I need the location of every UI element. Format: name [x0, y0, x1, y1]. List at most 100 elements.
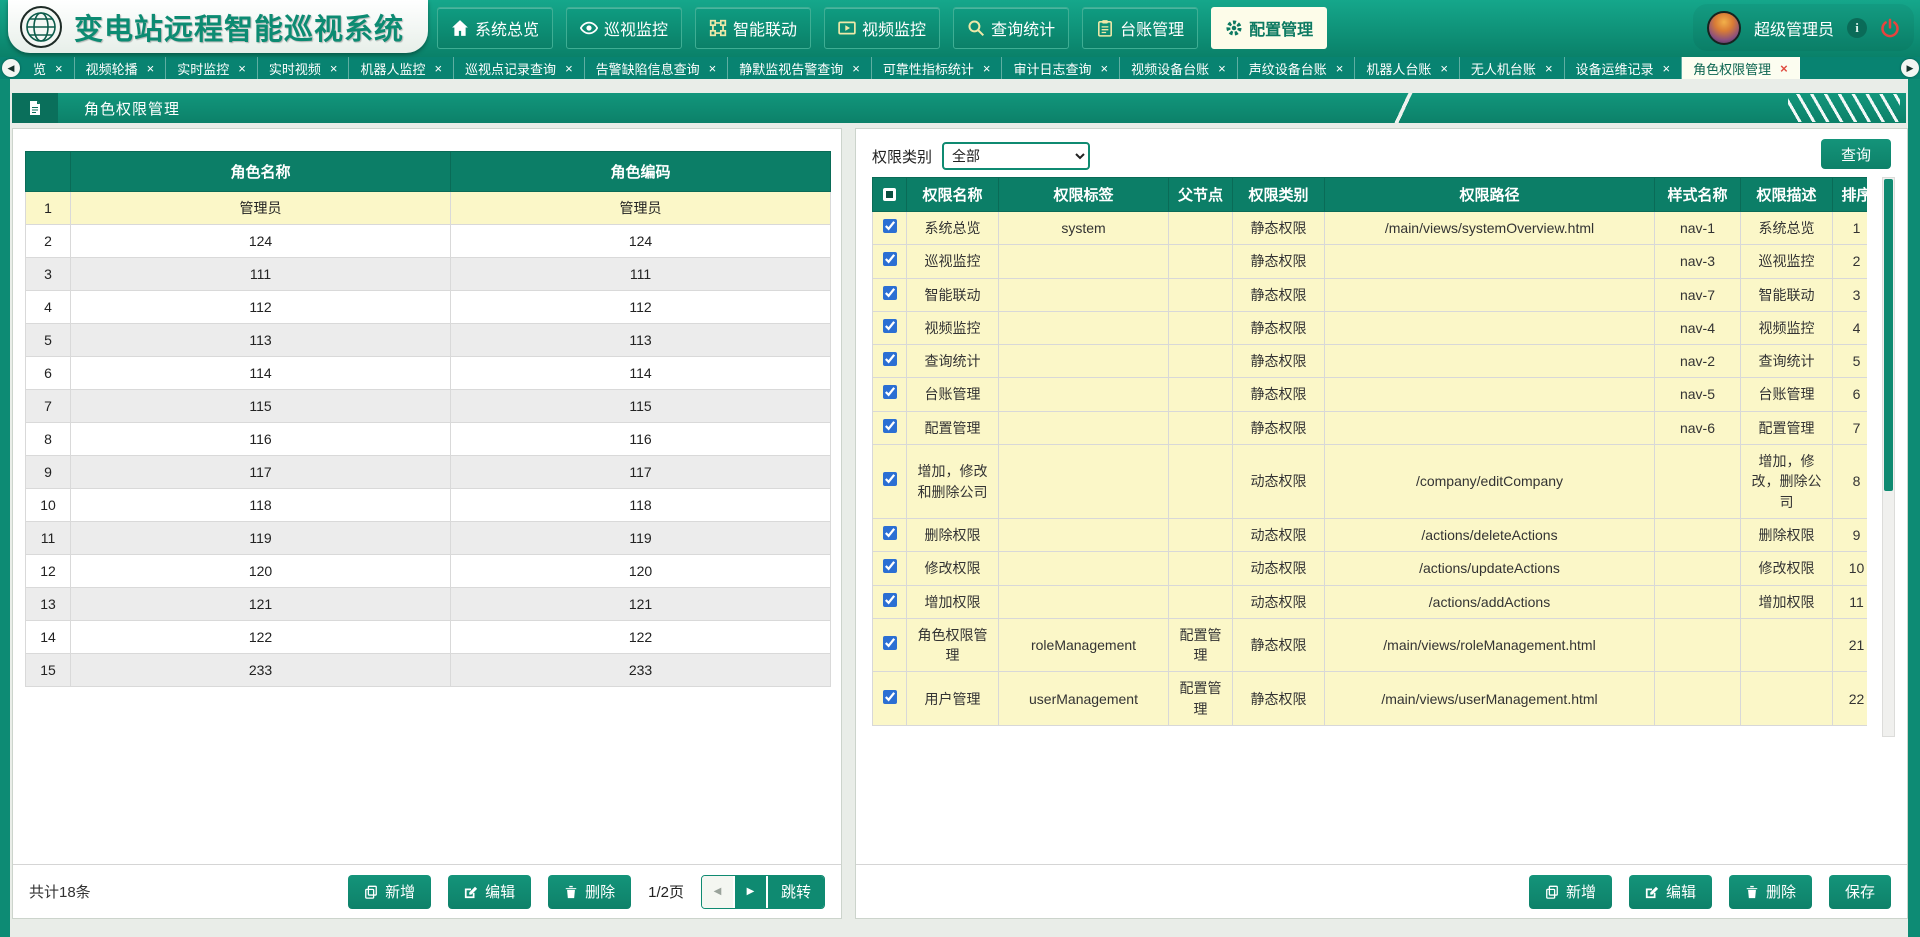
close-icon[interactable]: × [1663, 62, 1671, 75]
tab-实时视频[interactable]: 实时视频× [258, 57, 350, 79]
close-icon[interactable]: × [565, 62, 573, 75]
close-icon[interactable]: × [983, 62, 991, 75]
row-checkbox[interactable] [883, 286, 897, 300]
close-icon[interactable]: × [1218, 62, 1226, 75]
tab-览[interactable]: 览× [22, 57, 75, 79]
close-icon[interactable]: × [1336, 62, 1344, 75]
tab-告警缺陷信息查询[interactable]: 告警缺陷信息查询× [585, 57, 729, 79]
query-button[interactable]: 查询 [1821, 139, 1891, 169]
permission-row[interactable]: 系统总览 system 静态权限 /main/views/systemOverv… [873, 212, 1868, 245]
role-row[interactable]: 11 119 119 [26, 522, 831, 555]
row-checkbox[interactable] [883, 219, 897, 233]
tab-scroll-left-icon[interactable]: ◀ [2, 59, 20, 77]
close-icon[interactable]: × [852, 62, 860, 75]
jump-button[interactable]: 跳转 [768, 876, 824, 908]
row-checkbox[interactable] [883, 352, 897, 366]
close-icon[interactable]: × [238, 62, 246, 75]
close-icon[interactable]: × [1101, 62, 1109, 75]
role-row[interactable]: 14 122 122 [26, 621, 831, 654]
role-row[interactable]: 3 111 111 [26, 258, 831, 291]
tab-scroll-right-icon[interactable]: ▶ [1901, 59, 1919, 77]
role-row[interactable]: 10 118 118 [26, 489, 831, 522]
tab-无人机台账[interactable]: 无人机台账× [1460, 57, 1565, 79]
row-checkbox[interactable] [883, 526, 897, 540]
permission-row[interactable]: 台账管理 静态权限 nav-5 台账管理 6 [873, 378, 1868, 411]
perm-edit-button[interactable]: 编辑 [1629, 875, 1712, 909]
next-page-icon[interactable]: ▶ [735, 876, 768, 908]
row-checkbox[interactable] [883, 419, 897, 433]
perm-save-button[interactable]: 保存 [1829, 875, 1891, 909]
permission-row[interactable]: 角色权限管理 roleManagement 配置管理 静态权限 /main/vi… [873, 618, 1868, 672]
row-checkbox[interactable] [883, 559, 897, 573]
tab-声纹设备台账[interactable]: 声纹设备台账× [1238, 57, 1356, 79]
vertical-scrollbar[interactable] [1882, 177, 1895, 737]
tab-机器人台账[interactable]: 机器人台账× [1355, 57, 1460, 79]
select-all-checkbox[interactable] [873, 178, 907, 212]
role-add-button[interactable]: 新增 [348, 875, 431, 909]
close-icon[interactable]: × [1545, 62, 1553, 75]
role-delete-button[interactable]: 删除 [548, 875, 631, 909]
permission-type-select[interactable]: 全部 [942, 142, 1090, 170]
close-icon[interactable]: × [147, 62, 155, 75]
nav-视频监控[interactable]: 视频监控 [824, 7, 940, 49]
tab-视频设备台账[interactable]: 视频设备台账× [1120, 57, 1238, 79]
tab-机器人监控[interactable]: 机器人监控× [349, 57, 454, 79]
perm-delete-button[interactable]: 删除 [1729, 875, 1812, 909]
role-row[interactable]: 4 112 112 [26, 291, 831, 324]
scrollbar-thumb[interactable] [1884, 179, 1893, 491]
nav-系统总览[interactable]: 系统总览 [437, 7, 553, 49]
close-icon[interactable]: × [709, 62, 717, 75]
permission-row[interactable]: 视频监控 静态权限 nav-4 视频监控 4 [873, 311, 1868, 344]
role-row[interactable]: 1 管理员 管理员 [26, 192, 831, 225]
tab-巡视点记录查询[interactable]: 巡视点记录查询× [454, 57, 585, 79]
tab-审计日志查询[interactable]: 审计日志查询× [1002, 57, 1120, 79]
role-row[interactable]: 9 117 117 [26, 456, 831, 489]
permission-row[interactable]: 配置管理 静态权限 nav-6 配置管理 7 [873, 411, 1868, 444]
tab-角色权限管理[interactable]: 角色权限管理× [1682, 57, 1800, 79]
permission-row[interactable]: 增加，修改和删除公司 动态权限 /company/editCompany 增加，… [873, 445, 1868, 519]
permission-row[interactable]: 增加权限 动态权限 /actions/addActions 增加权限 11 [873, 585, 1868, 618]
power-icon[interactable] [1880, 18, 1900, 38]
role-row[interactable]: 13 121 121 [26, 588, 831, 621]
permission-row[interactable]: 用户管理 userManagement 配置管理 静态权限 /main/view… [873, 672, 1868, 726]
role-row[interactable]: 6 114 114 [26, 357, 831, 390]
tab-静默监视告警查询[interactable]: 静默监视告警查询× [728, 57, 872, 79]
tab-视频轮播[interactable]: 视频轮播× [75, 57, 167, 79]
tab-可靠性指标统计[interactable]: 可靠性指标统计× [872, 57, 1003, 79]
nav-巡视监控[interactable]: 巡视监控 [566, 7, 682, 49]
close-icon[interactable]: × [434, 62, 442, 75]
row-checkbox[interactable] [883, 319, 897, 333]
nav-台账管理[interactable]: 台账管理 [1082, 7, 1198, 49]
close-icon[interactable]: × [330, 62, 338, 75]
close-icon[interactable]: × [55, 62, 63, 75]
role-row[interactable]: 7 115 115 [26, 390, 831, 423]
info-icon[interactable]: i [1847, 18, 1867, 38]
permission-row[interactable]: 智能联动 静态权限 nav-7 智能联动 3 [873, 278, 1868, 311]
avatar[interactable] [1707, 11, 1741, 45]
nav-查询统计[interactable]: 查询统计 [953, 7, 1069, 49]
permission-row[interactable]: 查询统计 静态权限 nav-2 查询统计 5 [873, 345, 1868, 378]
role-row[interactable]: 15 233 233 [26, 654, 831, 687]
tab-设备运维记录[interactable]: 设备运维记录× [1565, 57, 1683, 79]
nav-智能联动[interactable]: 智能联动 [695, 7, 811, 49]
row-checkbox[interactable] [883, 385, 897, 399]
row-checkbox[interactable] [883, 472, 897, 486]
close-icon[interactable]: × [1780, 62, 1788, 75]
row-checkbox[interactable] [883, 690, 897, 704]
permission-row[interactable]: 修改权限 动态权限 /actions/updateActions 修改权限 10 [873, 552, 1868, 585]
perm-add-button[interactable]: 新增 [1529, 875, 1612, 909]
close-icon[interactable]: × [1440, 62, 1448, 75]
row-checkbox[interactable] [883, 593, 897, 607]
tab-实时监控[interactable]: 实时监控× [166, 57, 258, 79]
nav-配置管理[interactable]: 配置管理 [1211, 7, 1327, 49]
role-row[interactable]: 2 124 124 [26, 225, 831, 258]
role-row[interactable]: 12 120 120 [26, 555, 831, 588]
row-checkbox[interactable] [883, 252, 897, 266]
prev-page-icon[interactable]: ◀ [702, 876, 735, 908]
role-edit-button[interactable]: 编辑 [448, 875, 531, 909]
permission-row[interactable]: 删除权限 动态权限 /actions/deleteActions 删除权限 9 [873, 518, 1868, 551]
permission-row[interactable]: 巡视监控 静态权限 nav-3 巡视监控 2 [873, 245, 1868, 278]
role-row[interactable]: 8 116 116 [26, 423, 831, 456]
role-row[interactable]: 5 113 113 [26, 324, 831, 357]
row-checkbox[interactable] [883, 636, 897, 650]
